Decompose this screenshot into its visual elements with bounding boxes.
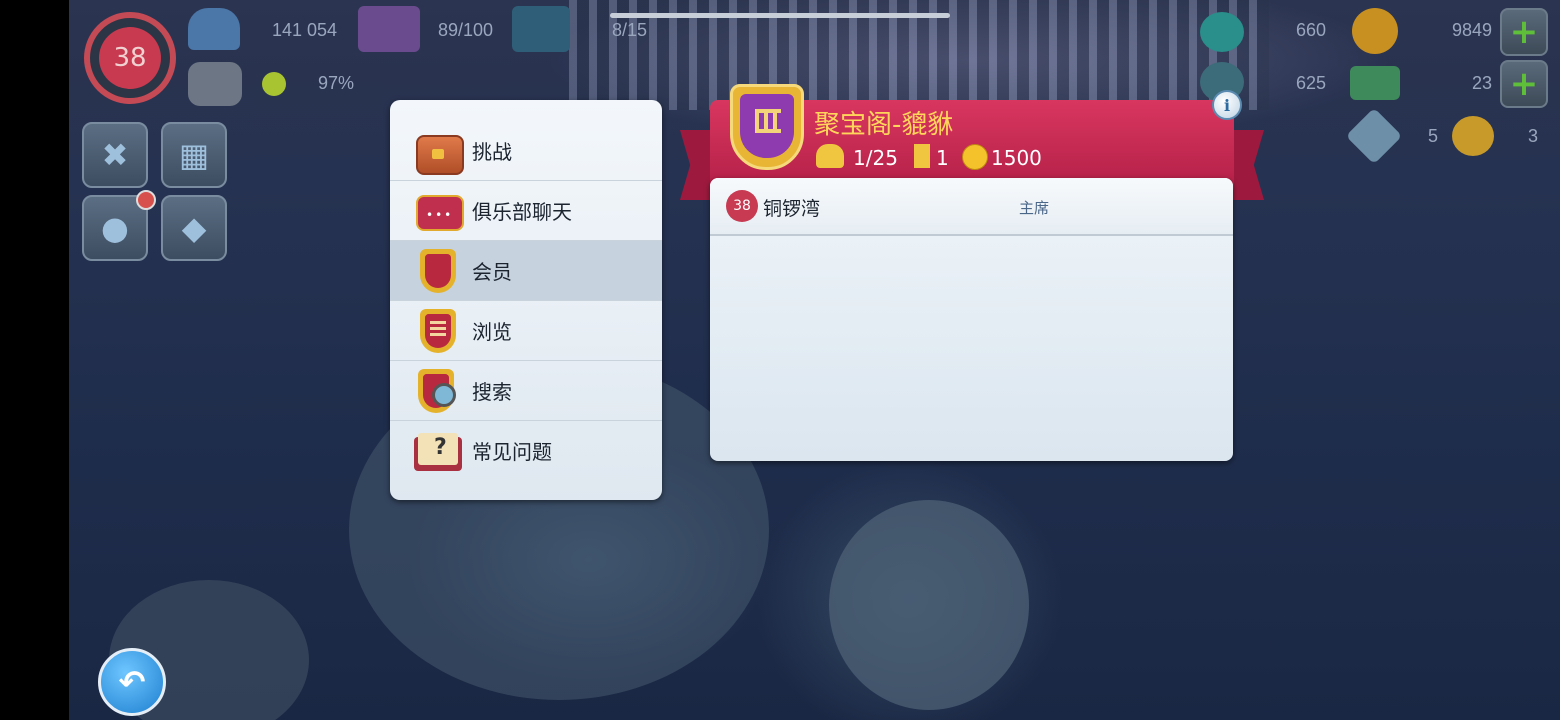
happiness-icon [262, 72, 286, 96]
menu-label: 搜索 [472, 380, 512, 404]
member-level: 38 [733, 198, 751, 214]
menu-label: 常见问题 [472, 440, 552, 464]
build-tools-button[interactable]: ✖ [82, 122, 148, 188]
menu-item-search[interactable]: 搜索 [390, 361, 662, 421]
gold-key-value: 3 [1528, 126, 1539, 146]
notification-dot [136, 190, 156, 210]
member-role: 主席 [1019, 199, 1050, 217]
club-towers-count: 1 [936, 146, 949, 170]
people-icon: ● [101, 209, 129, 247]
member-level-badge-icon: 38 [726, 190, 758, 222]
browse-shield-icon [414, 307, 462, 355]
cash-value: 23 [1472, 73, 1493, 93]
gamepad-icon: ◆ [181, 209, 207, 247]
population-value: 141 054 [272, 20, 338, 40]
simoleon-coin-icon [1352, 8, 1398, 54]
silver-key-value: 5 [1428, 126, 1439, 146]
back-button[interactable]: ↶ [98, 648, 166, 716]
menu-item-faq[interactable]: ? 常见问题 [390, 421, 662, 480]
level-value: 38 [113, 43, 147, 73]
club-banner: 聚宝阁-貔貅 1/25 1 1500 [710, 84, 1234, 190]
info-icon: i [1223, 95, 1231, 115]
happiness-value: 97% [318, 73, 355, 93]
gold-key-icon [1452, 116, 1494, 156]
info-button[interactable]: i [1212, 90, 1242, 120]
neo-value: 625 [1296, 73, 1327, 93]
tower-icon [914, 144, 930, 168]
calendar-icon: ▦ [178, 136, 210, 174]
vehicle-storage-icon[interactable] [512, 6, 570, 52]
vehicle-value: 8/15 [612, 20, 648, 40]
storage-value: 89/100 [438, 20, 494, 40]
calendar-button[interactable]: ▦ [161, 122, 227, 188]
club-points-icon [962, 144, 988, 170]
treasure-chest-icon [414, 127, 464, 175]
storage-icon[interactable] [358, 6, 420, 52]
club-menu: 挑战 ••• 俱乐部聊天 会员 浏览 搜索 ? 常见问题 [390, 100, 662, 500]
drag-handle[interactable] [610, 13, 950, 18]
undo-arrow-icon: ↶ [118, 663, 146, 701]
menu-label: 浏览 [472, 320, 512, 344]
club-name: 聚宝阁-貔貅 [814, 110, 954, 140]
menu-item-challenge[interactable]: 挑战 [390, 121, 662, 181]
simcash-value: 660 [1296, 20, 1327, 40]
menu-label: 俱乐部聊天 [472, 200, 572, 224]
cash-bill-icon [1350, 66, 1400, 100]
menu-item-members[interactable]: 会员 [390, 241, 662, 301]
games-button[interactable]: ◆ [161, 195, 227, 261]
club-points: 1500 [991, 146, 1042, 170]
search-shield-icon [414, 367, 462, 415]
population-icon [188, 8, 240, 50]
member-name: 铜锣湾 [763, 198, 821, 220]
member-row[interactable]: 38 铜锣湾 主席 [710, 178, 1233, 236]
add-coins-button[interactable]: + [1500, 8, 1548, 56]
wrench-icon: ✖ [101, 136, 129, 174]
club-emblem-icon [730, 84, 804, 170]
menu-label: 会员 [472, 260, 512, 284]
coins-value: 9849 [1452, 20, 1493, 40]
faq-book-icon: ? [414, 427, 462, 475]
island-right [829, 500, 1029, 710]
add-cash-button[interactable]: + [1500, 60, 1548, 108]
club-members-count: 1/25 [853, 146, 898, 170]
plus-icon: + [1509, 64, 1539, 104]
chat-bubble-icon: ••• [414, 187, 464, 235]
club-shield-icon [414, 247, 462, 295]
member-list-panel: 38 铜锣湾 主席 [710, 178, 1233, 461]
members-icon [816, 144, 844, 168]
plus-icon: + [1509, 12, 1539, 52]
vip-crown-icon[interactable] [188, 62, 242, 106]
menu-item-club-chat[interactable]: ••• 俱乐部聊天 [390, 181, 662, 241]
level-star-icon: 38 [99, 27, 161, 89]
menu-item-browse[interactable]: 浏览 [390, 301, 662, 361]
level-badge[interactable]: 38 [84, 12, 176, 104]
menu-label: 挑战 [472, 140, 512, 164]
simcash-icon [1200, 12, 1244, 52]
